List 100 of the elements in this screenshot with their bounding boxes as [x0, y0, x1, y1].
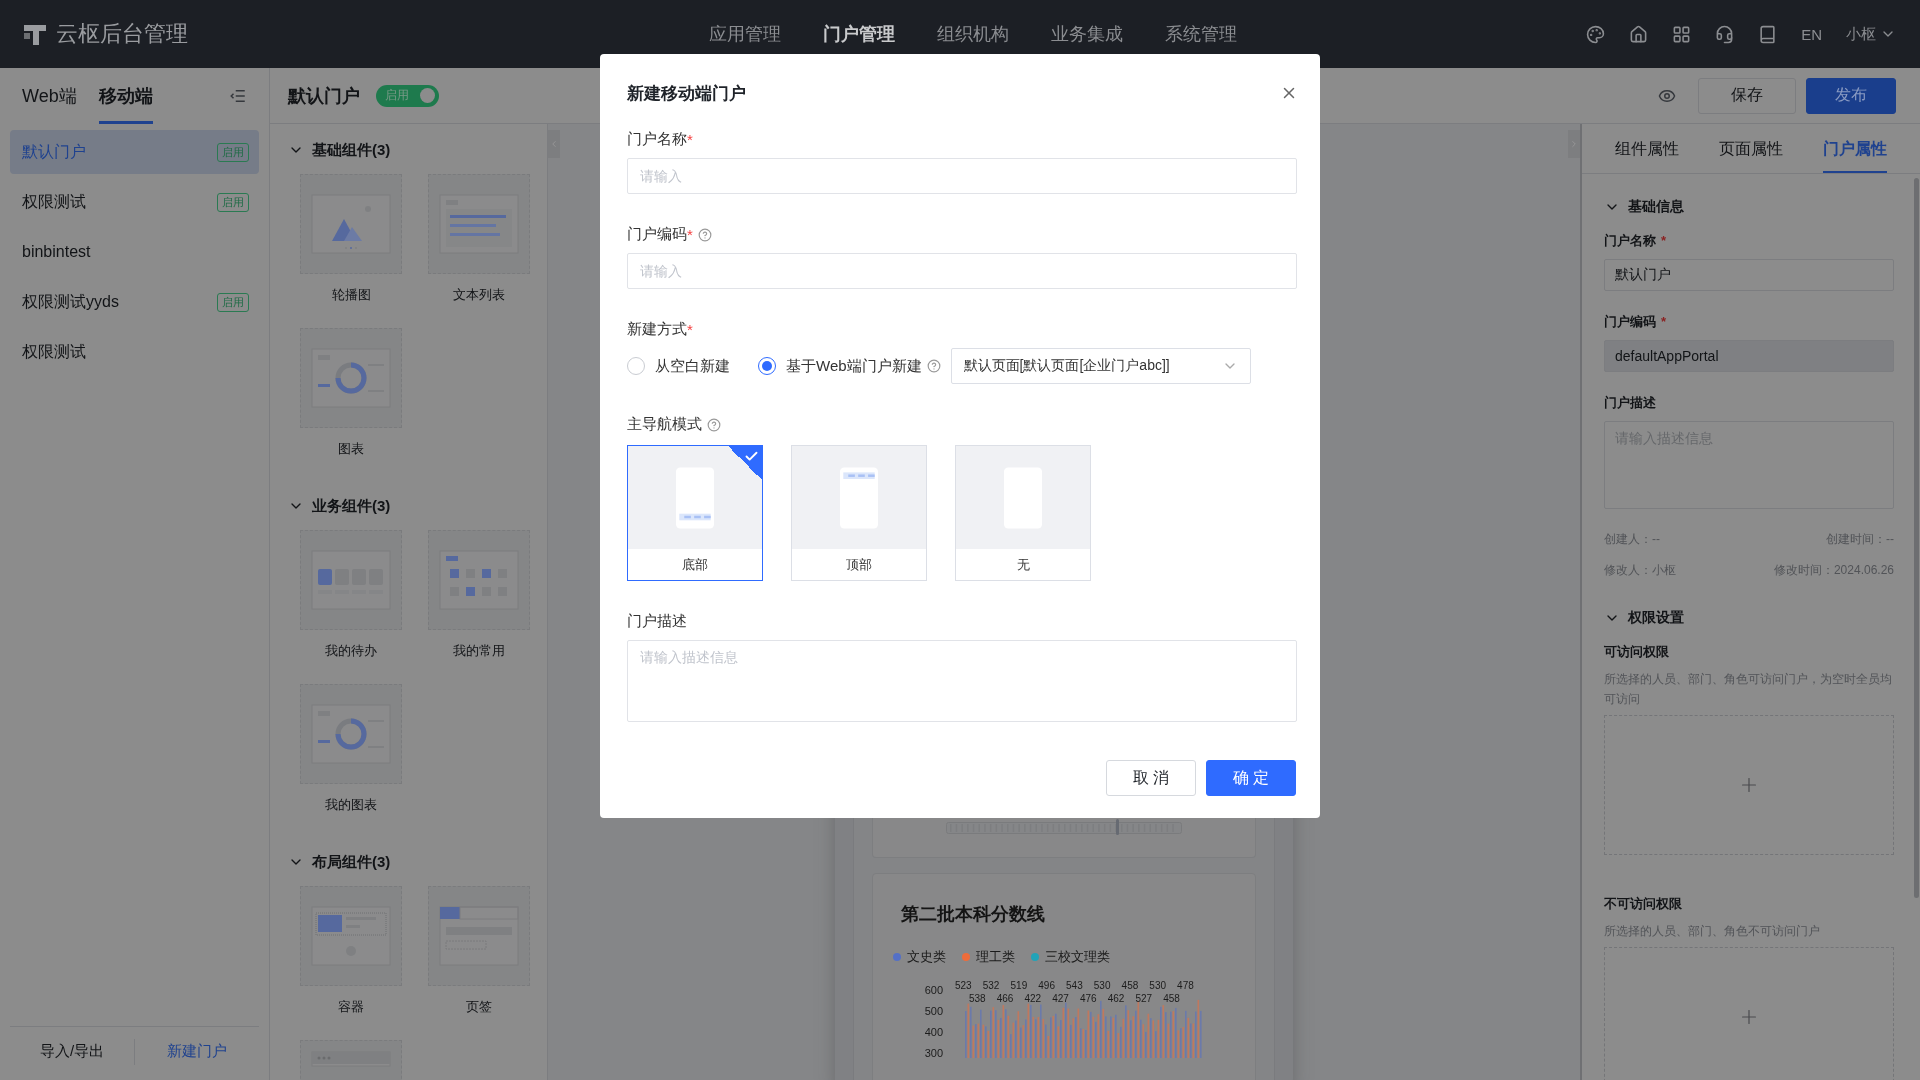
- input-field[interactable]: 请输入: [627, 253, 1297, 289]
- nav-mode-label: 底部: [682, 555, 708, 574]
- book-icon[interactable]: [1758, 24, 1778, 44]
- confirm-button[interactable]: 确 定: [1206, 760, 1296, 796]
- collapse-handle[interactable]: [1568, 130, 1580, 158]
- add-member-area[interactable]: [1604, 947, 1894, 1080]
- data-label: 476: [1079, 993, 1097, 1004]
- nav-item[interactable]: 业务集成: [1051, 22, 1123, 46]
- portal-title: 默认门户: [288, 84, 360, 108]
- nav-mode-card[interactable]: 无: [955, 445, 1091, 581]
- portal-item[interactable]: 权限测试yyds 启用: [10, 280, 259, 324]
- portal-item[interactable]: 权限测试: [10, 330, 259, 374]
- data-label: 530: [1149, 980, 1167, 991]
- dialog-title: 新建移动端门户: [627, 82, 746, 105]
- required-mark: *: [1661, 314, 1667, 329]
- nav-item[interactable]: 组织机构: [937, 22, 1009, 46]
- data-label: 527: [1135, 993, 1153, 1004]
- section-title: 基础信息: [1628, 198, 1684, 216]
- portal-name: 默认门户: [22, 141, 86, 162]
- section-title: 基础组件(3): [312, 140, 391, 160]
- portal-select[interactable]: 默认页面[默认页面[企业门户abc]]: [950, 348, 1251, 384]
- component-tile[interactable]: [300, 684, 402, 784]
- data-label: 496: [1038, 980, 1055, 991]
- scrollbar[interactable]: [1914, 178, 1919, 898]
- component-label: 我的图表: [325, 796, 377, 814]
- data-label: 458: [1121, 980, 1139, 991]
- component-tile[interactable]: [300, 530, 402, 630]
- platform-tab[interactable]: 移动端: [98, 68, 153, 124]
- permission-title: 可访问权限: [1604, 643, 1670, 661]
- data-label: 543: [1066, 980, 1083, 991]
- property-tab[interactable]: 组件属性: [1615, 124, 1679, 173]
- component-tile[interactable]: [300, 174, 402, 274]
- portal-item[interactable]: 权限测试 启用: [10, 180, 259, 224]
- menu-collapse-icon[interactable]: [229, 87, 247, 105]
- portal-name: 权限测试: [22, 191, 86, 212]
- cancel-button[interactable]: 取 消: [1106, 760, 1196, 796]
- input-field[interactable]: 默认门户: [1604, 259, 1894, 291]
- field-label: 门户描述: [627, 612, 687, 631]
- chart-title: 第二批本科分数线: [900, 903, 1046, 926]
- property-tab[interactable]: 页面属性: [1719, 124, 1783, 173]
- headset-icon[interactable]: [1715, 24, 1735, 44]
- save-button[interactable]: 保存: [1698, 77, 1796, 114]
- field-label: 门户编码: [1604, 314, 1656, 329]
- language-menu[interactable]: EN: [1801, 25, 1822, 43]
- portal-name: binbintest: [22, 243, 91, 261]
- check-icon: [744, 449, 759, 464]
- platform-tab[interactable]: Web端: [22, 68, 77, 124]
- data-label: 466: [996, 993, 1014, 1004]
- palette-icon[interactable]: [1586, 24, 1606, 44]
- nav-item[interactable]: 门户管理: [823, 22, 895, 46]
- portal-name: 权限测试: [22, 341, 86, 362]
- radio-label: 基于Web端门户新建: [786, 356, 922, 376]
- status-badge: 启用: [217, 142, 249, 162]
- data-label: 478: [1177, 980, 1194, 991]
- required-mark: *: [1661, 233, 1667, 248]
- legend-label: 文史类: [907, 948, 946, 966]
- component-label: 我的常用: [453, 642, 505, 660]
- component-label: 容器: [338, 998, 364, 1016]
- data-label: 532: [982, 980, 1000, 991]
- field-label: 主导航模式: [627, 415, 702, 434]
- nav-mode-card[interactable]: 顶部: [791, 445, 927, 581]
- publish-button[interactable]: 发布: [1806, 77, 1896, 114]
- import-export-link[interactable]: 导入/导出: [10, 1042, 134, 1061]
- phone-top-nav-icon: [840, 466, 878, 529]
- field-label: 门户编码: [627, 225, 687, 244]
- axis-tick-label: 300: [924, 1047, 943, 1058]
- data-label: 427: [1052, 993, 1069, 1004]
- portal-item[interactable]: binbintest: [10, 230, 259, 274]
- new-portal-link[interactable]: 新建门户: [135, 1042, 259, 1061]
- component-tile[interactable]: [428, 530, 530, 630]
- grid-icon[interactable]: [1672, 24, 1692, 44]
- component-tile[interactable]: [300, 886, 402, 986]
- logo-icon: [24, 23, 46, 45]
- legend-label: 理工类: [976, 948, 1015, 966]
- section-title: 布局组件(3): [312, 852, 391, 872]
- section-title: 业务组件(3): [312, 496, 391, 516]
- component-tile[interactable]: [428, 174, 530, 274]
- input-field[interactable]: 请输入: [627, 158, 1297, 194]
- add-member-area[interactable]: [1604, 715, 1894, 855]
- component-tile[interactable]: [428, 886, 530, 986]
- data-label: 458: [1163, 993, 1180, 1004]
- axis-tick-label: 600: [924, 984, 943, 996]
- data-label: 422: [1024, 993, 1042, 1004]
- status-badge: 启用: [217, 292, 249, 312]
- nav-item[interactable]: 系统管理: [1165, 22, 1237, 46]
- component-label: 轮播图: [331, 286, 371, 304]
- phone-bottom-nav-icon: [676, 466, 714, 529]
- property-tab[interactable]: 门户属性: [1823, 124, 1887, 173]
- required-mark: *: [687, 131, 693, 148]
- home-icon[interactable]: [1629, 24, 1649, 44]
- axis-tick-label: 400: [924, 1026, 943, 1038]
- app-title: 云枢后台管理: [56, 20, 188, 48]
- permission-title: 不可访问权限: [1604, 895, 1683, 913]
- user-menu[interactable]: 小枢: [1846, 24, 1896, 44]
- radio-label: 从空白新建: [655, 356, 730, 376]
- nav-item[interactable]: 应用管理: [709, 22, 781, 46]
- nav-mode-card[interactable]: 底部: [627, 445, 763, 581]
- component-tile[interactable]: [300, 328, 402, 428]
- component-label: 文本列表: [453, 286, 505, 304]
- required-mark: *: [687, 321, 693, 338]
